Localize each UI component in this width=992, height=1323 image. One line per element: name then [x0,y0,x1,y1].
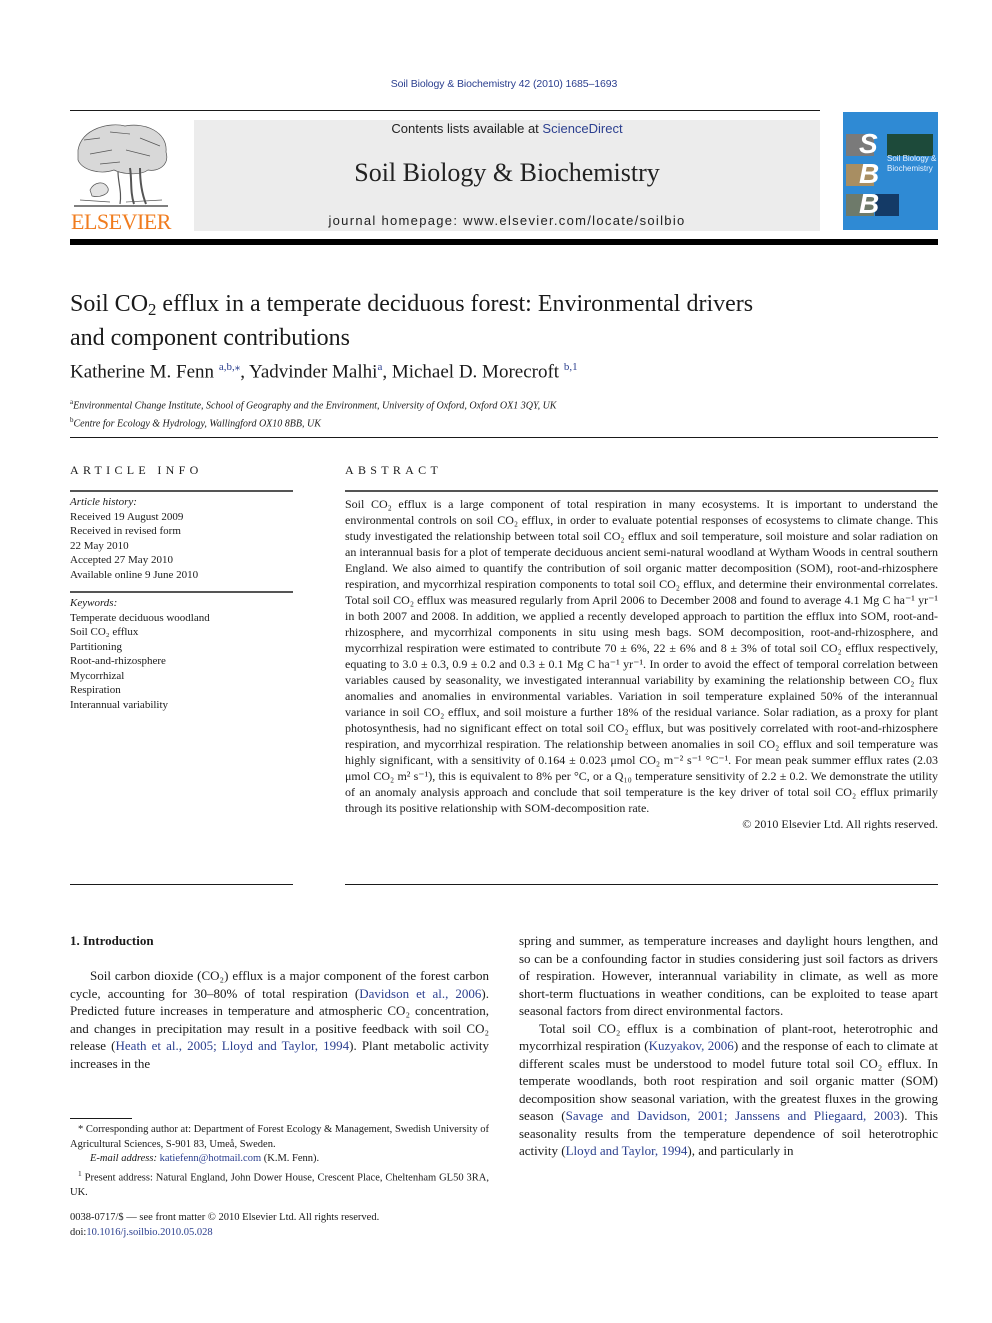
footnote-corresponding: * Corresponding author at: Department of… [70,1124,489,1150]
reference-link[interactable]: Savage and Davidson, 2001; Janssens and … [566,1108,900,1123]
cover-letter-s: S [859,128,878,159]
cover-letter-b: B [859,158,880,189]
author-name[interactable]: Yadvinder Malhi [249,361,377,382]
footnote-present-address: 1 Present address: Natural England, John… [70,1167,489,1201]
abstract-heading: ABSTRACT [345,463,443,477]
body-column-left: Soil carbon dioxide (CO₂) efflux is a ma… [70,967,489,1072]
journal-citation[interactable]: Soil Biology & Biochemistry 42 (2010) 16… [0,78,992,90]
body-paragraph: spring and summer, as temperature increa… [519,933,938,1018]
cover-title-line: Biochemistry [887,164,933,173]
header-divider [70,239,938,245]
section-heading-introduction: 1. Introduction [70,933,154,948]
abstract-end-rule [345,884,938,885]
body-column-right: spring and summer, as temperature increa… [519,932,938,1160]
history-item: 22 May 2010 [70,539,129,552]
affiliation: bCentre for Ecology & Hydrology, Walling… [70,413,556,431]
cover-title-line: Soil Biology & [887,154,937,163]
reference-link[interactable]: Heath et al., 2005; Lloyd and Taylor, 19… [116,1038,350,1053]
footnote-rule [70,1118,132,1119]
keyword: Root-and-rhizosphere [70,655,166,667]
footnote-email: E-mail address: katiefenn@hotmail.com (K… [70,1152,489,1167]
keywords-rule [70,591,293,593]
keywords-label: Keywords: [70,597,118,609]
email-link[interactable]: katiefenn@hotmail.com [160,1153,262,1164]
issn-line: 0038-0717/$ — see front matter © 2010 El… [70,1212,380,1223]
title-text: efflux in a temperate deciduous forest: … [156,291,754,317]
journal-homepage: journal homepage: www.elsevier.com/locat… [194,213,820,228]
article-info-rule [70,490,293,492]
article-title: Soil CO2 efflux in a temperate deciduous… [70,290,930,353]
history-item: Received in revised form [70,525,181,537]
doi-label: doi: [70,1226,87,1238]
keywords: Keywords: Temperate deciduous woodland S… [70,596,293,712]
elsevier-logo[interactable]: ELSEVIER [70,120,172,234]
affiliation-text: Centre for Ecology & Hydrology, Wallingf… [73,418,321,430]
reference-link[interactable]: Kuzyakov, 2006 [649,1038,734,1053]
email-suffix: (K.M. Fenn). [261,1153,320,1164]
author-marks[interactable]: a [377,361,382,373]
journal-masthead: Contents lists available at ScienceDirec… [194,120,820,231]
title-text: Soil CO [70,291,149,317]
email-label: E-mail address: [90,1153,160,1164]
keyword: Mycorrhizal [70,669,125,682]
contents-prefix: Contents lists available at [391,121,543,136]
abstract-copyright: © 2010 Elsevier Ltd. All rights reserved… [742,817,938,831]
keyword: Partitioning [70,640,122,653]
keyword: Temperate deciduous woodland [70,611,210,624]
abstract-text: Soil CO₂ efflux is a large component of … [345,497,938,815]
cover-image-panel [887,134,933,156]
cover-title: Soil Biology & Biochemistry [887,154,936,174]
doi-line: doi:10.1016/j.soilbio.2010.05.028 [70,1226,489,1241]
author-marks[interactable]: a,b,⁎ [219,361,240,373]
footnotes: * Corresponding author at: Department of… [70,1123,489,1200]
article-history: Article history: Received 19 August 2009… [70,495,293,582]
footnote-text: Present address: Natural England, John D… [70,1172,489,1198]
history-item: Available online 9 June 2010 [70,568,199,581]
keyword: Interannual variability [70,698,169,711]
history-label: Article history: [70,496,137,508]
abstract-rule [345,490,938,492]
article-info-end-rule [70,884,293,885]
history-item: Accepted 27 May 2010 [70,554,173,566]
sciencedirect-link[interactable]: ScienceDirect [542,121,622,136]
affiliation-text: Environmental Change Institute, School o… [73,400,557,412]
author-list: Katherine M. Fenn a,b,⁎, Yadvinder Malhi… [70,361,578,383]
keyword: Soil CO₂ efflux [70,626,139,638]
cover-letter-b: B [859,188,880,219]
article-info: Article history: Received 19 August 2009… [70,490,293,721]
elsevier-wordmark: ELSEVIER [71,209,171,234]
journal-title: Soil Biology & Biochemistry [354,158,660,187]
body-paragraph: Soil carbon dioxide (CO₂) efflux is a ma… [70,967,489,1072]
author-marks[interactable]: b,1 [564,361,578,373]
affiliation: aEnvironmental Change Institute, School … [70,395,556,413]
journal-cover[interactable]: S B B Soil Biology & Biochemistry [843,112,938,230]
section-divider [70,437,938,438]
body-paragraph: Total soil CO₂ efflux is a combination o… [519,1020,938,1160]
reference-link[interactable]: Davidson et al., 2006 [359,986,481,1001]
history-item: Received 19 August 2009 [70,510,184,523]
elsevier-tree-icon [74,124,168,207]
header-rule [70,110,820,111]
author-name[interactable]: Katherine M. Fenn [70,361,214,382]
contents-line: Contents lists available at ScienceDirec… [194,120,820,137]
body-text: ), and particularly in [687,1143,794,1158]
doi-link[interactable]: 10.1016/j.soilbio.2010.05.028 [86,1227,212,1238]
title-text: and component contributions [70,325,350,352]
homepage-label: journal homepage: [328,213,464,228]
keyword: Respiration [70,684,121,696]
abstract: Soil CO₂ efflux is a large component of … [345,490,938,832]
author-name[interactable]: Michael D. Morecroft [392,361,559,382]
article-info-heading: ARTICLE INFO [70,463,203,477]
affiliations: aEnvironmental Change Institute, School … [70,395,556,432]
front-matter: 0038-0717/$ — see front matter © 2010 El… [70,1211,489,1240]
reference-link[interactable]: Lloyd and Taylor, 1994 [566,1143,688,1158]
homepage-url[interactable]: www.elsevier.com/locate/soilbio [463,213,685,228]
